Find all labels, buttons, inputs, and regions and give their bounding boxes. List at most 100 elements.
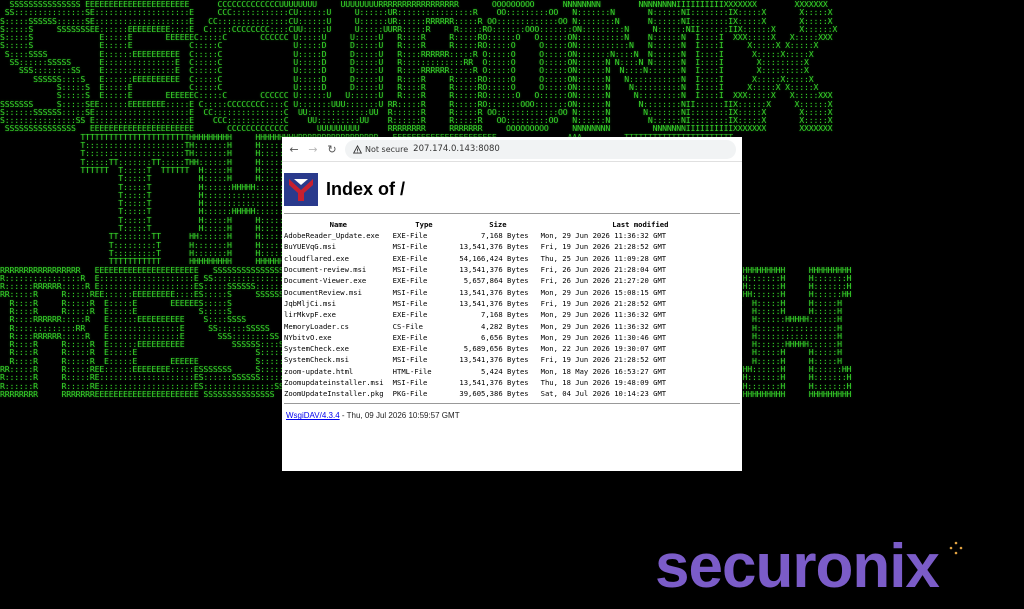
table-row: DocumentReview.msi MSI-File 13,541,376 Byt… <box>284 286 740 297</box>
table-row: Zoomupdateinstaller.msi MSI-File 13,541,37… <box>284 377 740 388</box>
file-type: EXE-File <box>392 332 428 342</box>
file-modified: Mon, 29 Jun 2026 11:36:32 GMT <box>540 231 667 241</box>
file-modified: Mon, 29 Jun 2026 11:36:32 GMT <box>540 321 667 331</box>
column-header-size[interactable]: Size <box>455 220 540 230</box>
file-name-link[interactable]: cloudflared.exe <box>284 253 393 264</box>
table-row: MemoryLoader.cs CS-File 4,282 Bytes Mon, 29… <box>284 320 740 331</box>
file-listing-table: Name Type Size Last modified AdobeReader… <box>284 220 740 399</box>
file-name-link[interactable]: Document-Viewer.exe <box>284 275 393 286</box>
file-modified: Sat, 04 Jul 2026 10:14:23 GMT <box>540 389 667 399</box>
brand-logo: securonix <box>655 532 940 601</box>
file-name-link[interactable]: MemoryLoader.cs <box>284 320 393 331</box>
table-row: SystemCheck.msi MSI-File 13,541,376 Bytes F… <box>284 354 740 365</box>
file-type: EXE-File <box>392 231 428 241</box>
table-row: cloudflared.exe EXE-File 54,166,424 Bytes T… <box>284 253 740 264</box>
brand-sparkle-icon <box>949 541 963 555</box>
table-row: ZoomUpdateInstaller.pkg PKG-File 39,605,38… <box>284 388 740 399</box>
file-size: 13,541,376 Bytes <box>459 355 529 365</box>
table-row: AdobeReader_Update.exe EXE-File 7,168 Byte… <box>284 230 740 241</box>
file-type: EXE-File <box>392 253 428 263</box>
file-size: 5,657,864 Bytes <box>463 276 529 286</box>
footer-timestamp: - Thu, 09 Jul 2026 10:59:57 GMT <box>339 411 460 421</box>
file-size: 7,168 Bytes <box>481 231 529 241</box>
url-text[interactable]: 207.174.0.143:8080 <box>413 144 500 154</box>
table-row: SystemCheck.exe EXE-File 5,689,656 Bytes Mo… <box>284 343 740 354</box>
table-row: zoom-update.html HTML-File 5,424 Bytes Mon,… <box>284 366 740 377</box>
warning-icon <box>353 144 362 154</box>
file-name-link[interactable]: Document-review.msi <box>284 264 393 275</box>
file-type: MSI-File <box>392 355 428 365</box>
file-modified: Fri, 19 Jun 2026 21:28:52 GMT <box>540 355 667 365</box>
browser-toolbar: ← → ↻ Not secure 207.174.0.143:8080 <box>282 137 742 162</box>
file-name-link[interactable]: SystemCheck.exe <box>284 343 393 354</box>
file-type: EXE-File <box>392 344 428 354</box>
file-name-link[interactable]: zoom-update.html <box>284 366 393 377</box>
file-name-link[interactable]: DocumentReview.msi <box>284 286 393 297</box>
file-modified: Mon, 22 Jun 2026 19:30:07 GMT <box>540 344 667 354</box>
file-modified: Fri, 26 Jun 2026 21:27:20 GMT <box>540 276 667 286</box>
table-row: lirMkvpF.exe EXE-File 7,168 Bytes Mon, 29 J… <box>284 309 740 320</box>
wsgidav-logo-icon <box>284 172 318 206</box>
file-name-link[interactable]: AdobeReader_Update.exe <box>284 230 393 241</box>
back-arrow-icon[interactable]: ← <box>288 142 300 156</box>
column-header-type[interactable]: Type <box>393 220 456 230</box>
table-row: Document-Viewer.exe EXE-File 5,657,864 Byt… <box>284 275 740 286</box>
file-rows: AdobeReader_Update.exe EXE-File 7,168 Byte… <box>284 230 740 399</box>
file-type: EXE-File <box>392 310 428 320</box>
file-name-link[interactable]: BuYUEVqG.msi <box>284 241 393 252</box>
file-modified: Mon, 29 Jun 2026 15:08:15 GMT <box>540 287 667 297</box>
file-size: 13,541,376 Bytes <box>459 242 529 252</box>
file-modified: Fri, 19 Jun 2026 21:28:52 GMT <box>540 298 667 308</box>
browser-window: ← → ↻ Not secure 207.174.0.143:8080 Inde… <box>282 137 742 471</box>
table-row: NYbitvO.exe EXE-File 6,656 Bytes Mon, 29 Ju… <box>284 332 740 343</box>
footer-divider <box>284 403 740 405</box>
file-type: MSI-File <box>392 378 428 387</box>
file-type: PKG-File <box>392 389 428 399</box>
file-size: 6,656 Bytes <box>481 332 529 342</box>
file-type: MSI-File <box>392 298 428 308</box>
page-content: Index of / Name Type Size Last modified … <box>282 162 742 420</box>
reload-icon[interactable]: ↻ <box>326 142 338 156</box>
file-modified: Mon, 29 Jun 2026 11:30:46 GMT <box>540 332 667 342</box>
file-name-link[interactable]: JqbMljCi.msi <box>284 298 393 309</box>
table-row: Document-review.msi MSI-File 13,541,376 By… <box>284 264 740 275</box>
file-modified: Fri, 26 Jun 2026 21:28:04 GMT <box>540 265 667 275</box>
file-size: 54,166,424 Bytes <box>459 253 529 263</box>
file-modified: Fri, 19 Jun 2026 21:28:52 GMT <box>540 242 667 252</box>
file-size: 13,541,376 Bytes <box>459 298 529 308</box>
page-header: Index of / <box>284 170 740 208</box>
file-type: CS-File <box>392 321 423 331</box>
file-type: HTML-File <box>392 366 432 376</box>
table-row: BuYUEVqG.msi MSI-File 13,541,376 Bytes Fri,… <box>284 241 740 252</box>
column-header-modified[interactable]: Last modified <box>541 220 740 230</box>
file-size: 5,689,656 Bytes <box>463 344 529 354</box>
file-modified: Mon, 29 Jun 2026 11:36:32 GMT <box>540 310 667 320</box>
table-row: JqbMljCi.msi MSI-File 13,541,376 Bytes Fri,… <box>284 298 740 309</box>
header-divider <box>284 213 740 214</box>
file-type: MSI-File <box>392 242 428 252</box>
file-name-link[interactable]: lirMkvpF.exe <box>284 309 393 320</box>
file-type: MSI-File <box>392 287 428 297</box>
column-header-name[interactable]: Name <box>284 220 393 230</box>
server-link[interactable]: WsgiDAV/4.3.4 <box>286 411 340 420</box>
file-size: 39,605,386 Bytes <box>459 389 529 399</box>
file-type: EXE-File <box>392 276 428 286</box>
file-name-link[interactable]: ZoomUpdateInstaller.pkg <box>284 388 393 399</box>
forward-arrow-icon[interactable]: → <box>307 142 319 156</box>
page-title: Index of / <box>326 178 406 199</box>
file-name-link[interactable]: NYbitvO.exe <box>284 332 393 343</box>
security-label: Not secure <box>365 144 409 154</box>
file-type: MSI-File <box>392 265 428 275</box>
page-footer: WsgiDAV/4.3.4 - Thu, 09 Jul 2026 10:59:5… <box>284 411 740 420</box>
file-modified: Thu, 25 Jun 2026 11:09:28 GMT <box>540 253 667 263</box>
file-name-link[interactable]: SystemCheck.msi <box>284 354 393 365</box>
file-size: 13,541,376 Bytes <box>459 287 529 297</box>
file-name-link[interactable]: Zoomupdateinstaller.msi <box>284 377 393 388</box>
security-indicator[interactable]: Not secure <box>353 144 409 154</box>
file-size: 13,541,376 Bytes <box>459 378 529 387</box>
address-bar[interactable]: Not secure 207.174.0.143:8080 <box>345 139 736 159</box>
file-size: 5,424 Bytes <box>481 366 529 376</box>
file-size: 7,168 Bytes <box>481 310 529 320</box>
file-modified: Thu, 18 Jun 2026 19:48:09 GMT <box>540 378 667 387</box>
file-size: 4,282 Bytes <box>481 321 529 331</box>
